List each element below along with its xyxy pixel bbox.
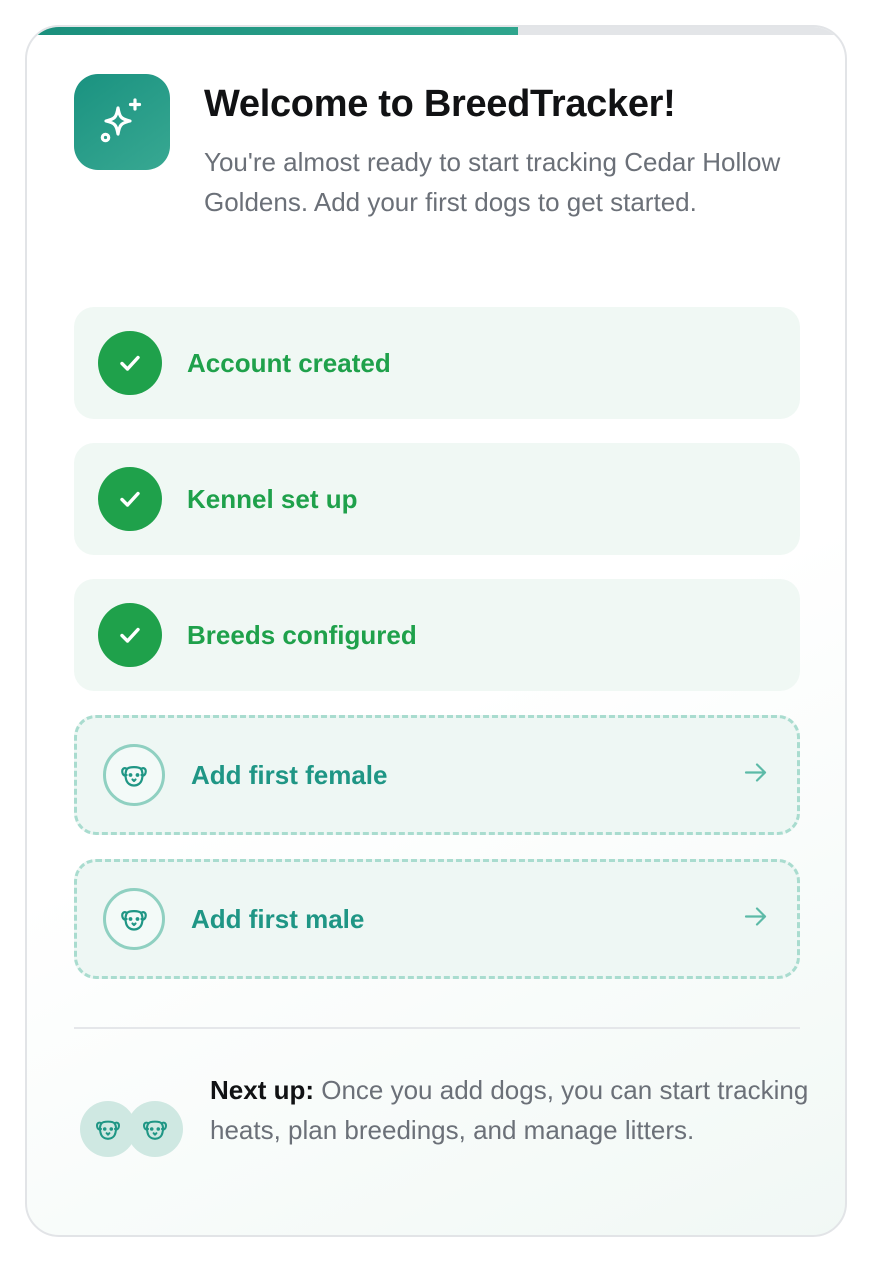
step-label: Account created	[187, 347, 391, 378]
arrow-right-icon	[743, 904, 769, 935]
next-up-lead: Next up:	[210, 1075, 314, 1105]
check-icon	[98, 603, 162, 667]
dog-avatar-icon	[127, 1101, 183, 1157]
page-subtitle: You're almost ready to start tracking Ce…	[204, 147, 781, 217]
step-label: Kennel set up	[187, 483, 358, 514]
dog-icon	[103, 888, 165, 950]
dog-icon	[103, 744, 165, 806]
check-icon	[98, 331, 162, 395]
action-label: Add first female	[191, 759, 388, 790]
next-up-message: Next up: Once you add dogs, you can star…	[210, 1070, 810, 1150]
progress-bar	[27, 27, 845, 35]
arrow-right-icon	[743, 760, 769, 791]
page-title: Welcome to BreedTracker!	[204, 83, 676, 125]
sparkles-icon	[74, 74, 170, 170]
step-account-created: Account created	[74, 307, 800, 419]
step-label: Breeds configured	[187, 619, 417, 650]
progress-bar-fill	[27, 27, 518, 35]
onboarding-card: Welcome to BreedTracker! You're almost r…	[25, 25, 847, 1237]
step-kennel-set-up: Kennel set up	[74, 443, 800, 555]
action-label: Add first male	[191, 903, 365, 934]
divider	[74, 1027, 800, 1029]
add-first-male-button[interactable]: Add first male	[74, 859, 800, 979]
add-first-female-button[interactable]: Add first female	[74, 715, 800, 835]
step-breeds-configured: Breeds configured	[74, 579, 800, 691]
check-icon	[98, 467, 162, 531]
